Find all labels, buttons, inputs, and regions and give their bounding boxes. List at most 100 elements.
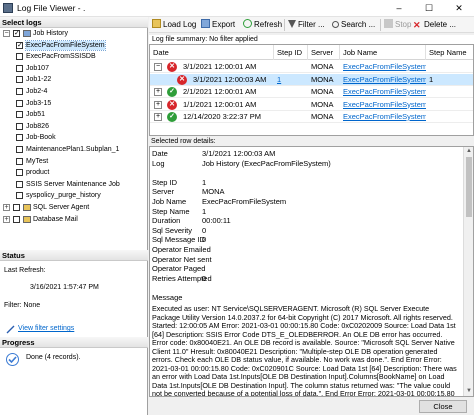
close-button[interactable]: Close bbox=[419, 400, 467, 413]
cell-job-name[interactable]: ExecPacFromFileSystem bbox=[340, 111, 426, 123]
cell-job-name[interactable]: ExecPacFromFileSystem bbox=[340, 61, 426, 73]
detail-key: Duration bbox=[152, 216, 181, 226]
tree-checkbox[interactable] bbox=[16, 180, 23, 188]
tree-item[interactable]: − ✓ Job History bbox=[0, 29, 148, 38]
detail-key: Server bbox=[152, 187, 175, 197]
tree-item[interactable]: Job107 bbox=[0, 64, 148, 73]
view-filter-settings-link[interactable]: View filter settings bbox=[18, 325, 74, 332]
tree-checkbox[interactable] bbox=[16, 76, 23, 84]
tree-item[interactable]: MaintenancePlan1.Subplan_1 bbox=[0, 145, 148, 154]
column-header-step-name[interactable]: Step Name bbox=[426, 45, 473, 60]
search-button[interactable]: Search ... bbox=[332, 19, 375, 31]
delete-button[interactable]: ✕ Delete ... bbox=[413, 19, 456, 31]
expand-icon[interactable]: + bbox=[3, 204, 10, 211]
cell-job-name[interactable]: ExecPacFromFileSystem bbox=[340, 86, 426, 98]
tree-item-label: MyTest bbox=[26, 157, 49, 165]
tree-item[interactable]: MyTest bbox=[0, 157, 148, 166]
refresh-button[interactable]: Refresh bbox=[243, 19, 282, 31]
stop-icon bbox=[384, 19, 393, 28]
tree-checkbox[interactable] bbox=[16, 157, 23, 165]
load-log-button[interactable]: Load Log bbox=[152, 19, 196, 31]
collapse-icon[interactable]: − bbox=[3, 30, 10, 37]
scroll-up-arrow-icon[interactable]: ▲ bbox=[464, 147, 473, 156]
tree-item[interactable]: Job1-22 bbox=[0, 75, 148, 84]
search-label: Search ... bbox=[341, 20, 376, 29]
tree-checkbox[interactable] bbox=[16, 111, 23, 119]
tree-item[interactable]: + Database Mail bbox=[0, 215, 148, 224]
details-message: Executed as user: NT Service\SQLSERVERAG… bbox=[152, 304, 457, 397]
filter-icon bbox=[288, 20, 296, 28]
cell-step-name: 1 bbox=[429, 74, 434, 84]
table-row[interactable]: + ✕ 1/1/2021 12:00:01 AM MONA ExecPacFromFil… bbox=[150, 99, 473, 111]
tree-checkbox[interactable] bbox=[16, 88, 23, 95]
expand-row-icon[interactable]: + bbox=[154, 88, 162, 96]
table-row[interactable]: + ✓ 12/14/2020 3:22:37 PM MONA ExecPacFromFi… bbox=[150, 111, 473, 123]
expand-row-icon[interactable]: + bbox=[154, 100, 162, 109]
table-row[interactable]: ✕ 3/1/2021 12:00:03 AM 1 MONA ExecPacFromFil… bbox=[150, 73, 473, 86]
cell-job-name[interactable]: ExecPacFromFileSystem bbox=[340, 99, 426, 111]
cell-job-name[interactable]: ExecPacFromFileSystem bbox=[340, 74, 426, 86]
tree-item-label: Job107 bbox=[26, 64, 49, 72]
column-header-job-name[interactable]: Job Name bbox=[340, 45, 426, 60]
detail-row: Operator Emailed bbox=[152, 246, 452, 255]
column-header-step-id[interactable]: Step ID bbox=[274, 45, 308, 60]
cell-step-name bbox=[426, 61, 473, 73]
column-header-date[interactable]: Date bbox=[150, 45, 274, 60]
export-label: Export bbox=[212, 20, 236, 29]
filter-button[interactable]: Filter ... bbox=[288, 19, 325, 31]
select-logs-header: Select logs bbox=[0, 17, 148, 28]
tree-item[interactable]: ExecPacFromSSISDB bbox=[0, 52, 148, 61]
tree-checkbox[interactable] bbox=[13, 215, 20, 223]
tree-item-label: Job3-15 bbox=[26, 99, 52, 107]
tree-item[interactable]: SSIS Server Maintenance Job bbox=[0, 180, 148, 189]
tree-checkbox[interactable] bbox=[16, 53, 23, 61]
close-window-button[interactable]: ✕ bbox=[444, 0, 474, 17]
detail-row: Job Name ExecPacFromFileSystem bbox=[152, 198, 452, 207]
table-row[interactable]: − ✕ 3/1/2021 12:00:01 AM MONA ExecPacFromFil… bbox=[150, 61, 473, 73]
details-scrollbar[interactable]: ▲ ▼ bbox=[463, 147, 473, 396]
row-details-panel[interactable]: Date 3/1/2021 12:00:03 AM Log Job History (… bbox=[149, 146, 474, 397]
detail-value: 3/1/2021 12:00:03 AM bbox=[202, 149, 276, 158]
tree-item[interactable]: Job-Book bbox=[0, 133, 148, 142]
tree-checkbox[interactable]: ✓ bbox=[16, 41, 23, 49]
tree-checkbox[interactable] bbox=[16, 134, 23, 142]
export-button[interactable]: Export bbox=[201, 19, 235, 31]
toolbar-separator bbox=[380, 19, 381, 31]
scroll-thumb[interactable] bbox=[466, 157, 472, 217]
stop-button[interactable]: Stop bbox=[384, 19, 411, 31]
tree-item[interactable]: Job826 bbox=[0, 122, 148, 131]
maximize-button[interactable]: ☐ bbox=[414, 0, 444, 17]
column-header-server[interactable]: Server bbox=[308, 45, 340, 60]
detail-value: 1 bbox=[202, 177, 207, 187]
export-icon bbox=[201, 19, 210, 28]
cell-step-id[interactable]: 1 bbox=[274, 74, 308, 86]
tree-item[interactable]: ✓ ExecPacFromFileSystem bbox=[0, 39, 148, 51]
tree-item[interactable]: + SQL Server Agent bbox=[0, 203, 148, 212]
tree-checkbox[interactable] bbox=[16, 169, 23, 177]
folder-icon bbox=[152, 19, 161, 28]
detail-value: 1 bbox=[202, 206, 207, 216]
tree-item[interactable]: syspolicy_purge_history bbox=[0, 191, 148, 200]
tree-checkbox[interactable] bbox=[16, 146, 23, 153]
tree-item[interactable]: Job51 bbox=[0, 110, 148, 119]
detail-row: Retries Attempted 0 bbox=[152, 274, 452, 284]
tree-checkbox[interactable] bbox=[16, 192, 23, 200]
tree-item-label: Job2-4 bbox=[26, 88, 48, 95]
tree-item[interactable]: product bbox=[0, 168, 148, 177]
tree-item[interactable]: Job2-4 bbox=[0, 87, 148, 96]
detail-row: Log Job History (ExecPacFromFileSystem) bbox=[152, 159, 452, 169]
tree-checkbox[interactable] bbox=[16, 64, 23, 72]
minimize-button[interactable]: – bbox=[384, 0, 414, 17]
cell-date: 3/1/2021 12:00:01 AM bbox=[183, 62, 257, 71]
expand-row-icon[interactable]: + bbox=[154, 113, 162, 121]
tree-checkbox[interactable] bbox=[16, 122, 23, 130]
tree-item[interactable]: Job3-15 bbox=[0, 99, 148, 108]
scroll-down-arrow-icon[interactable]: ▼ bbox=[464, 387, 473, 396]
table-row[interactable]: + ✓ 2/1/2021 12:00:01 AM MONA ExecPacFromFil… bbox=[150, 86, 473, 98]
collapse-row-icon[interactable]: − bbox=[154, 63, 162, 71]
expand-icon[interactable]: + bbox=[3, 215, 10, 223]
tree-checkbox[interactable]: ✓ bbox=[13, 30, 20, 37]
refresh-label: Refresh bbox=[254, 20, 283, 29]
tree-checkbox[interactable] bbox=[16, 99, 23, 107]
tree-checkbox[interactable] bbox=[13, 204, 20, 211]
